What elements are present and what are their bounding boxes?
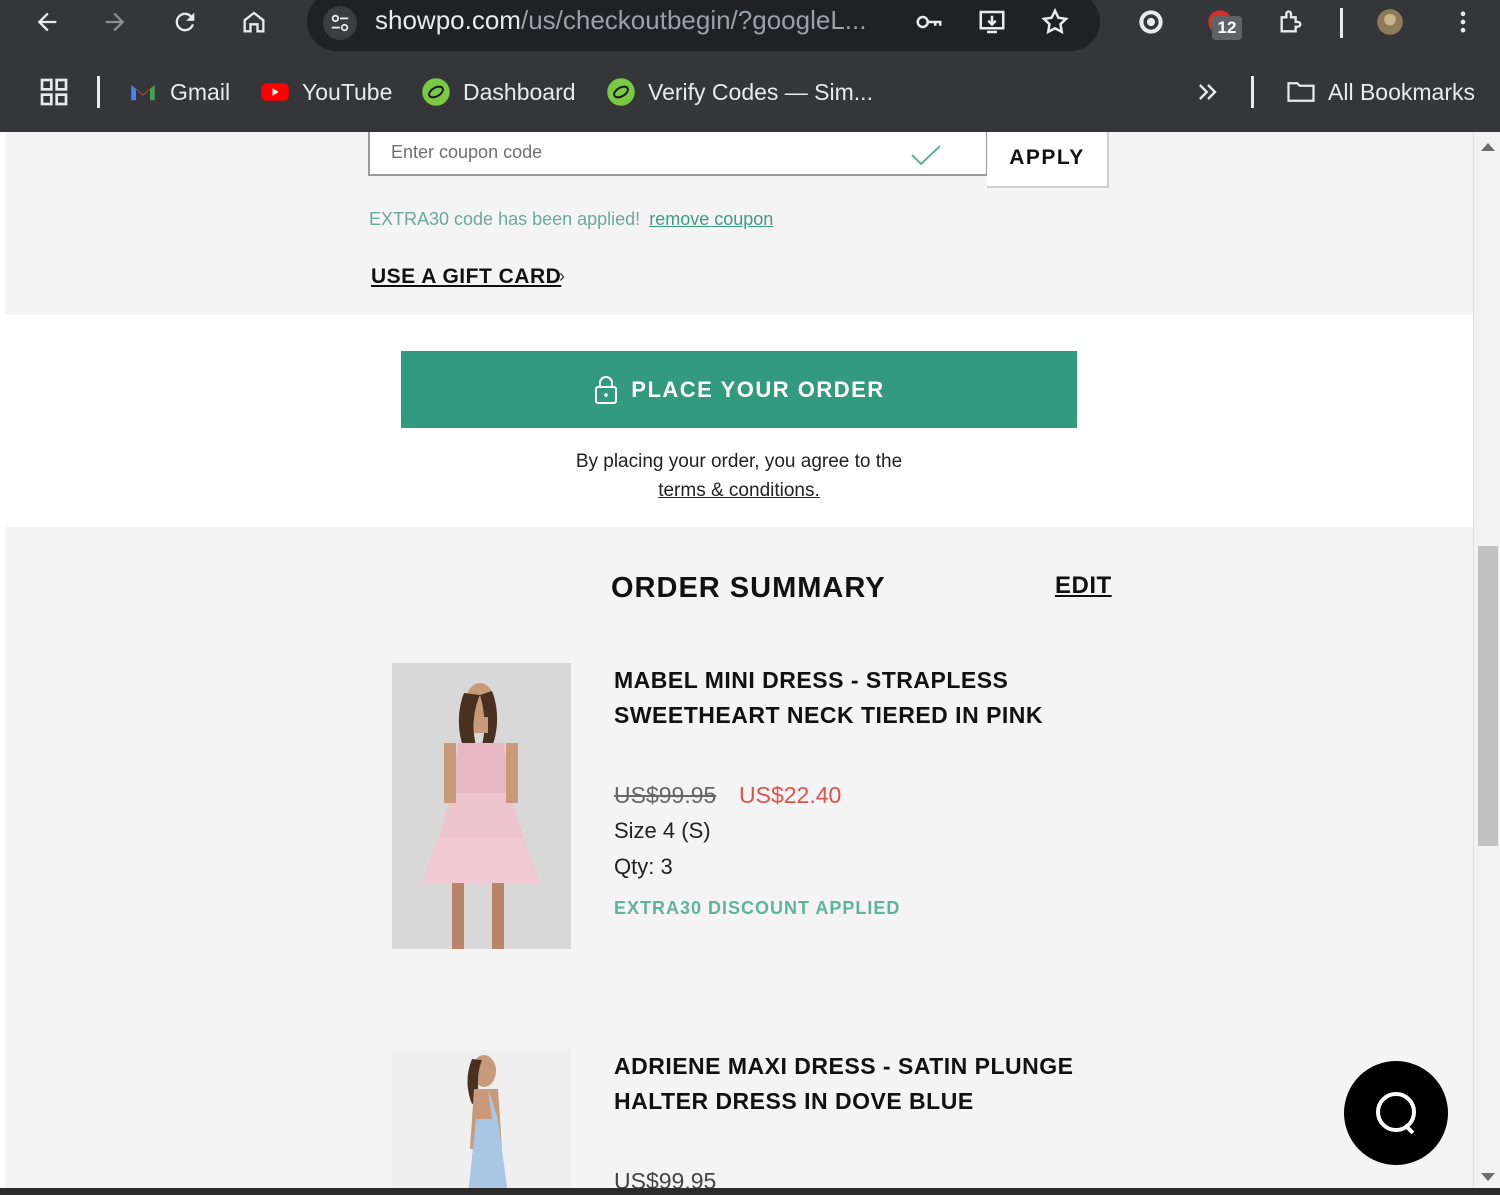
chat-bubble-icon [1376, 1092, 1416, 1135]
place-order-button[interactable]: PLACE YOUR ORDER [401, 351, 1077, 428]
profile-button[interactable] [1370, 2, 1410, 42]
coupon-input[interactable] [370, 132, 986, 174]
apps-grid-icon [40, 78, 68, 106]
home-icon [243, 11, 265, 33]
toolbar-divider [1340, 8, 1343, 38]
check-icon [911, 145, 941, 166]
bookmarks-bar: Gmail YouTube Dashboard Verify Codes — S… [0, 64, 1500, 120]
all-bookmarks-label: All Bookmarks [1328, 78, 1475, 105]
browser-menu-button[interactable] [1443, 2, 1483, 42]
page-scrollbar[interactable] [1473, 132, 1500, 1195]
pink-dress-photo [392, 663, 571, 949]
folder-icon [1286, 77, 1316, 107]
dashboard-icon [421, 77, 451, 107]
scroll-down-arrow-icon[interactable] [1481, 1173, 1495, 1181]
bookmark-star-icon[interactable] [1037, 4, 1073, 40]
back-button[interactable] [27, 2, 67, 42]
coupon-applied-message: EXTRA30 code has been applied! remove co… [369, 209, 773, 230]
product-image[interactable] [392, 663, 571, 949]
bookmark-dashboard[interactable]: Dashboard [421, 74, 576, 110]
arrow-left-icon [37, 12, 57, 32]
lock-icon [595, 375, 618, 404]
edit-cart-link[interactable]: EDIT [1055, 572, 1112, 600]
reload-icon [175, 12, 195, 32]
address-bar[interactable]: showpo.com/us/checkoutbegin/?googleL... [307, 0, 1100, 51]
product-image[interactable] [392, 1049, 571, 1195]
home-button[interactable] [234, 2, 274, 42]
product-size: Size 4 (S) [614, 818, 711, 843]
bookmark-gmail[interactable]: Gmail [128, 74, 230, 110]
extension-grammar-button[interactable] [1131, 2, 1171, 42]
browser-chrome: showpo.com/us/checkoutbegin/?googleL... … [0, 0, 1500, 132]
bookmarks-overflow-button[interactable] [1194, 74, 1222, 110]
more-vert-icon [1460, 11, 1466, 33]
window-bottom-edge [0, 1188, 1500, 1195]
avatar [1377, 9, 1403, 35]
scroll-up-arrow-icon[interactable] [1481, 143, 1495, 151]
url-text[interactable]: showpo.com/us/checkoutbegin/?googleL... [375, 5, 895, 36]
chevron-right-icon: › [559, 266, 565, 286]
blue-dress-photo [392, 1049, 571, 1195]
product-title[interactable]: MABEL MINI DRESS - STRAPLESS SWEETHEART … [614, 663, 1084, 733]
bookmark-label: Gmail [170, 78, 231, 105]
install-app-icon[interactable] [974, 4, 1010, 40]
chat-button[interactable] [1344, 1061, 1448, 1165]
site-settings-icon[interactable] [323, 6, 357, 40]
bookmark-label: Verify Codes — Sim... [648, 78, 873, 105]
place-order-label: PLACE YOUR ORDER [631, 376, 885, 402]
bookmark-youtube[interactable]: YouTube [260, 74, 392, 110]
bookmark-label: YouTube [302, 78, 393, 105]
product-qty: Qty: 3 [614, 854, 673, 879]
arrow-right-icon [105, 12, 125, 32]
terms-line: terms & conditions. [5, 480, 1473, 502]
browser-toolbar: showpo.com/us/checkoutbegin/?googleL... … [0, 0, 1500, 54]
verify-codes-icon [606, 77, 636, 107]
youtube-icon [260, 77, 290, 107]
puzzle-icon [1280, 10, 1302, 33]
bookmarks-divider [97, 76, 100, 108]
extension-badge: 12 [1212, 16, 1242, 40]
password-key-icon[interactable] [911, 4, 947, 40]
apply-coupon-button[interactable]: APPLY [987, 132, 1109, 188]
bookmark-label: Dashboard [463, 78, 576, 105]
discount-badge: EXTRA30 DISCOUNT APPLIED [614, 898, 901, 918]
page-edge [0, 132, 5, 1195]
remove-coupon-link[interactable]: remove coupon [649, 209, 773, 229]
bookmarks-divider [1251, 76, 1254, 108]
original-price: US$99.95 [614, 782, 717, 808]
reload-button[interactable] [165, 2, 205, 42]
scrollbar-thumb[interactable] [1478, 546, 1498, 846]
coupon-applied-text: EXTRA30 code has been applied! [369, 209, 641, 229]
gmail-icon [128, 77, 158, 107]
terms-link[interactable]: terms & conditions. [658, 480, 820, 501]
sale-price: US$22.40 [739, 782, 842, 808]
forward-button[interactable] [95, 2, 135, 42]
product-title[interactable]: ADRIENE MAXI DRESS - SATIN PLUNGE HALTER… [614, 1049, 1084, 1119]
apps-button[interactable] [38, 74, 70, 110]
place-order-panel: PLACE YOUR ORDER By placing your order, … [5, 315, 1473, 527]
agree-text: By placing your order, you agree to the [575, 451, 903, 472]
use-gift-card-link[interactable]: USE A GIFT CARD [371, 265, 561, 289]
extensions-button[interactable] [1271, 2, 1311, 42]
order-summary-title: ORDER SUMMARY [611, 572, 886, 604]
checkout-page: APPLY EXTRA30 code has been applied! rem… [0, 132, 1500, 1195]
double-chevron-right-icon [1199, 84, 1217, 100]
bookmark-verify-codes[interactable]: Verify Codes — Sim... [606, 74, 873, 110]
coupon-field[interactable] [368, 132, 988, 176]
all-bookmarks-button[interactable]: All Bookmarks [1286, 74, 1475, 110]
grammarly-icon [1139, 10, 1163, 34]
